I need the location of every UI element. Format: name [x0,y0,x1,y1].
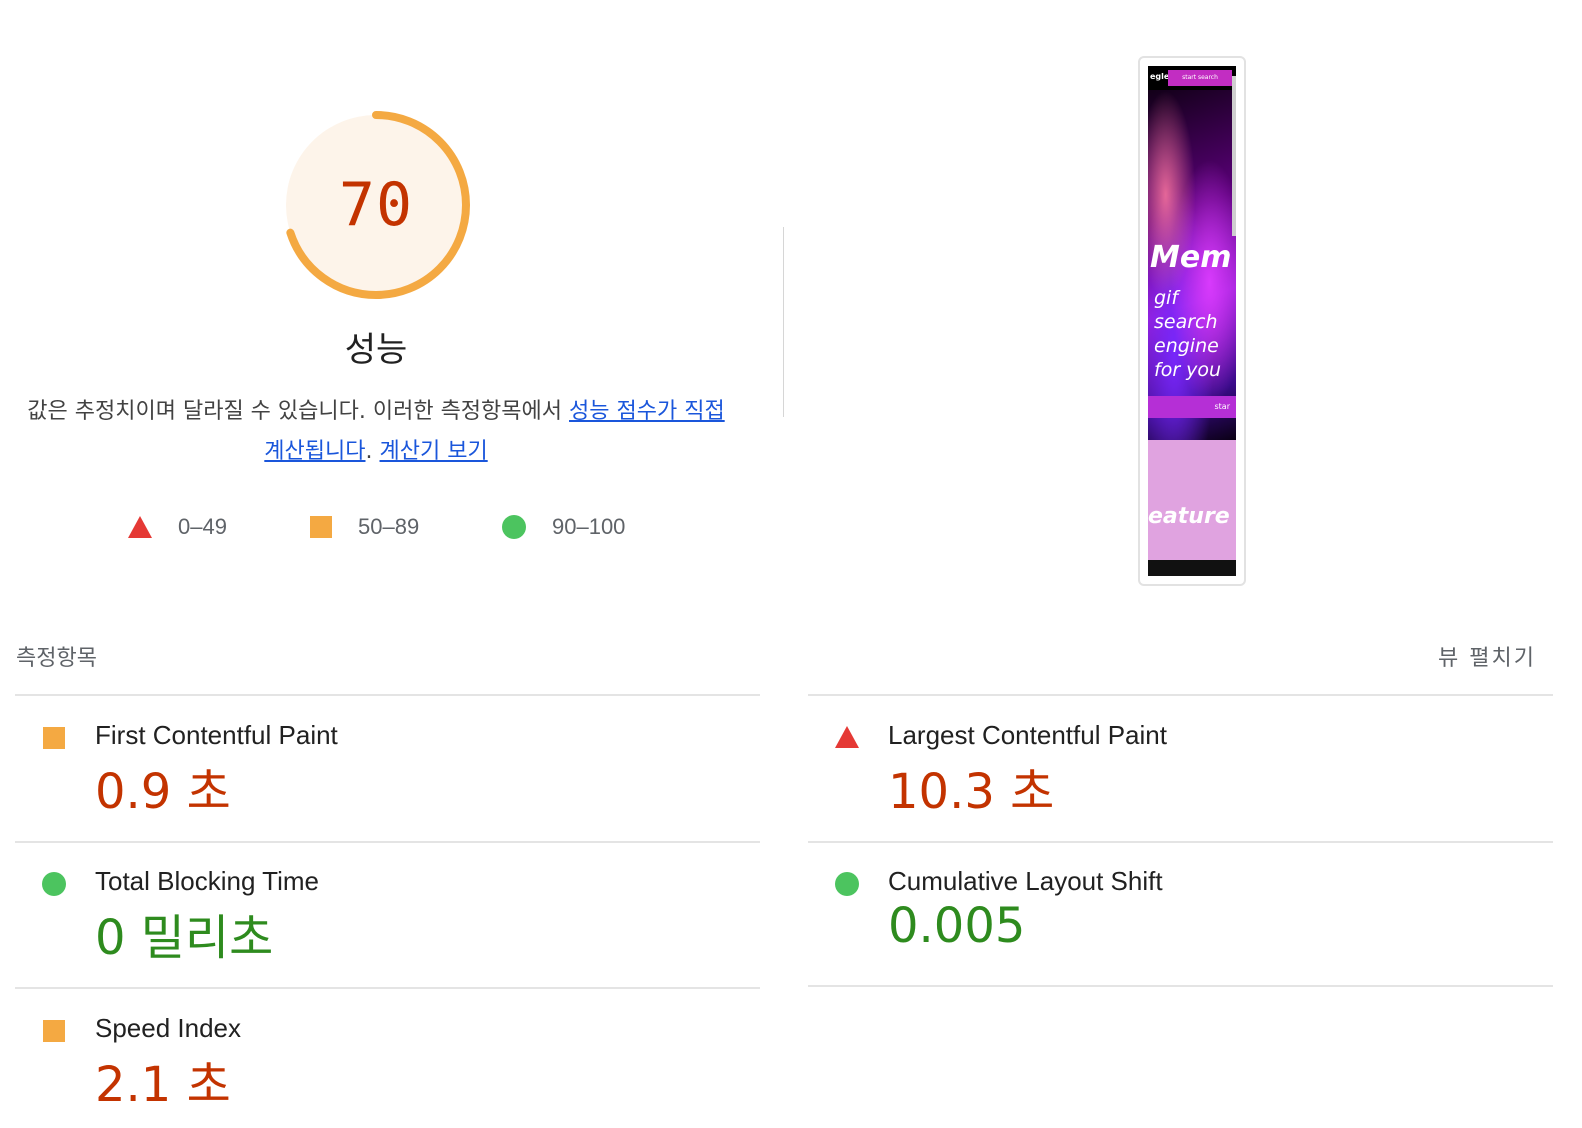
description-period: . [365,439,380,464]
expand-view-button[interactable]: 뷰 펼치기 [1420,640,1536,672]
screenshot-search-button: start search [1168,70,1232,86]
divider [15,694,760,696]
screenshot-features-text: eature [1148,504,1230,529]
divider [15,841,760,843]
metric-name: Total Blocking Time [95,866,319,896]
metric-value: 10.3 초 [888,764,1055,820]
screenshot-scrollbar [1232,76,1236,236]
scale-fail: 0–49 [128,510,227,544]
metric-value: 0.005 [888,898,1026,954]
scale-average: 50–89 [310,510,419,544]
metric-name: First Contentful Paint [95,720,338,750]
score-description: 값은 추정치이며 달라질 수 있습니다. 이러한 측정항목에서 성능 점수가 직… [20,392,732,472]
scale-pass-label: 90–100 [552,514,626,539]
scale-fail-label: 0–49 [178,514,227,539]
divider [808,985,1553,987]
metric-name: Cumulative Layout Shift [888,866,1163,896]
vertical-divider [783,227,784,417]
average-square-icon [43,727,65,749]
metric-total-blocking-time: Total Blocking Time 0 밀리초 [15,866,760,966]
scale-pass: 90–100 [502,510,625,544]
fail-triangle-icon [128,516,152,538]
metric-value: 0.9 초 [95,764,231,820]
metrics-title: 측정항목 [16,646,97,671]
divider [15,987,760,989]
metric-value: 0 밀리초 [95,910,274,966]
divider [808,841,1553,843]
average-square-icon [43,1020,65,1042]
screenshot-image: egle start search Mem gif search engine … [1148,66,1236,576]
metric-speed-index: Speed Index 2.1 초 [15,1013,760,1113]
screenshot-hero-title: Mem [1150,240,1232,275]
average-square-icon [310,516,332,538]
screenshot-logo: egle [1150,72,1170,81]
screenshot-topbar: egle start search [1148,66,1236,90]
metric-first-contentful-paint: First Contentful Paint 0.9 초 [15,720,760,820]
metric-cumulative-layout-shift: Cumulative Layout Shift 0.005 [808,866,1553,966]
fail-triangle-icon [835,726,859,748]
pass-circle-icon [42,872,66,896]
scale-average-label: 50–89 [358,514,420,539]
pass-circle-icon [835,872,859,896]
screenshot-start-button: star [1148,396,1236,418]
metric-value: 2.1 초 [95,1057,231,1113]
description-text: 값은 추정치이며 달라질 수 있습니다. 이러한 측정항목에서 [27,399,570,424]
pass-circle-icon [502,515,526,539]
screenshot-hero: Mem gif search engine for you star [1148,90,1236,440]
screenshot-tagline: gif search engine for you [1154,287,1222,381]
final-screenshot-thumbnail[interactable]: egle start search Mem gif search engine … [1138,56,1246,586]
calculator-link[interactable]: 계산기 보기 [380,439,488,464]
divider [808,694,1553,696]
gauge-title: 성능 [344,330,408,370]
screenshot-features [1148,440,1236,560]
screenshot-bottom-bar [1148,560,1236,576]
metric-name: Speed Index [95,1013,242,1043]
gauge-score: 70 [338,170,414,240]
metric-largest-contentful-paint: Largest Contentful Paint 10.3 초 [808,720,1553,820]
metric-name: Largest Contentful Paint [888,720,1167,750]
performance-gauge: 70 [278,107,474,303]
